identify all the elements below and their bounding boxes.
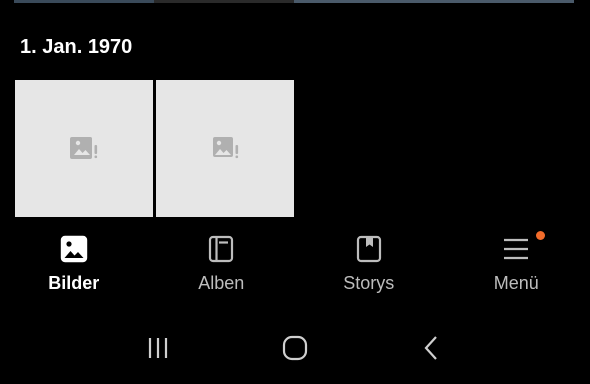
back-icon [424,336,437,360]
image-icon [59,234,89,264]
nav-item-alben[interactable]: Alben [148,228,296,298]
photo-thumbnail[interactable] [156,80,294,217]
album-icon [206,234,236,264]
nav-item-storys[interactable]: Storys [295,228,443,298]
gallery-screen: 1. Jan. 1970 Bilder Alben Storys Menü [0,0,590,384]
back-button[interactable] [412,328,452,368]
broken-image-icon [70,136,98,159]
recents-icon [149,338,168,358]
system-navigation-bar [0,320,590,376]
home-button[interactable] [275,328,315,368]
nav-label: Storys [343,273,395,293]
photo-grid [15,80,294,217]
home-icon [282,335,308,361]
nav-item-bilder[interactable]: Bilder [0,228,148,298]
nav-item-menu[interactable]: Menü [443,228,590,298]
broken-image-icon [213,136,239,158]
recents-button[interactable] [138,328,178,368]
nav-label: Bilder [48,273,100,293]
menu-icon [501,234,531,264]
date-header: 1. Jan. 1970 [20,36,133,58]
nav-label: Menü [493,273,539,293]
bottom-navigation: Bilder Alben Storys Menü [0,228,590,298]
nav-label: Alben [198,273,245,293]
notification-badge [536,231,546,240]
photo-thumbnail[interactable] [15,80,153,217]
story-icon [354,234,384,264]
top-thumbnail-strip [0,0,590,3]
